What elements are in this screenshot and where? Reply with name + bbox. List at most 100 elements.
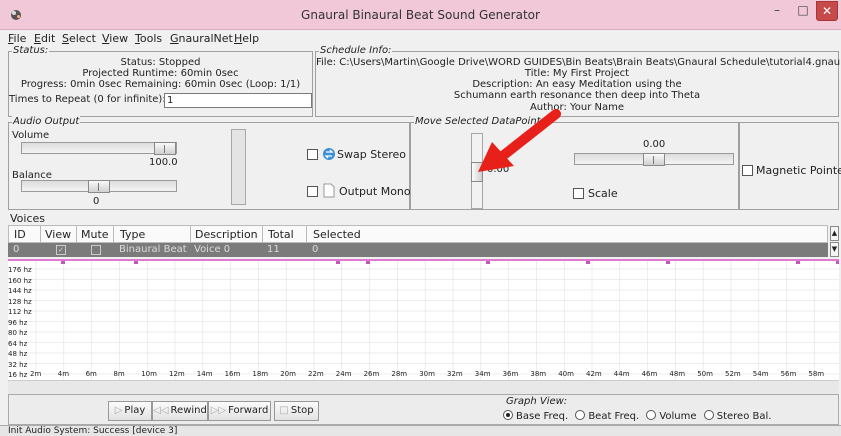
menu-gnauralnet[interactable]: GnauralNet — [170, 32, 233, 45]
radio-base-freq[interactable]: Base Freq. — [503, 410, 568, 422]
repeat-label: Times to Repeat (0 for infinite): — [9, 94, 166, 105]
voices-legend: Voices — [10, 212, 46, 225]
col-id[interactable]: ID — [14, 228, 26, 241]
x-axis-label: 22m — [308, 370, 324, 378]
menu-help[interactable]: Help — [234, 32, 259, 45]
data-point-marker[interactable] — [836, 261, 839, 264]
y-axis-label: 128 hz — [8, 297, 32, 306]
schedule-group: Schedule Info: File: C:\Users\Martin\Goo… — [315, 45, 841, 117]
play-icon: ▷ — [114, 405, 123, 416]
volume-slider-thumb[interactable] — [154, 142, 176, 155]
repeat-input[interactable]: 1 — [164, 93, 312, 108]
swap-stereo-label[interactable]: Swap Stereo — [337, 148, 406, 161]
graph-view-options: Base Freq. Beat Freq. Volume Stereo Bal. — [503, 410, 771, 422]
x-axis-label: 58m — [808, 370, 825, 378]
magnetic-pointer-label[interactable]: Magnetic Pointer — [756, 164, 841, 177]
graph-grid — [8, 261, 839, 380]
scale-checkbox[interactable] — [573, 188, 584, 199]
radio-volume[interactable]: Volume — [646, 410, 697, 422]
col-view[interactable]: View — [45, 228, 71, 241]
progress-text: Progress: 0min 0sec Remaining: 60min 0se… — [20, 79, 301, 90]
schedule-legend: Schedule Info: — [319, 45, 393, 56]
data-point-marker[interactable] — [486, 261, 490, 264]
volume-value: 100.0 — [149, 157, 178, 168]
schedule-description: Description: An easy Meditation using th… — [472, 79, 682, 90]
radio-stereo-bal[interactable]: Stereo Bal. — [703, 410, 771, 422]
x-axis-label: 8m — [113, 370, 125, 378]
data-point-marker[interactable] — [666, 261, 670, 264]
x-axis-label: 38m — [530, 370, 547, 378]
balance-slider[interactable] — [21, 180, 177, 193]
menu-select[interactable]: Select — [62, 32, 96, 45]
x-axis-label: 10m — [141, 370, 157, 378]
stop-icon: □ — [279, 405, 289, 416]
menu-view[interactable]: View — [102, 32, 128, 45]
swap-stereo-checkbox[interactable] — [307, 149, 318, 160]
y-axis-label: 48 hz — [8, 350, 28, 358]
schedule-author: Author: Your Name — [529, 102, 625, 113]
balance-value: 0 — [93, 196, 100, 207]
output-mono-checkbox[interactable] — [307, 186, 318, 197]
col-mute[interactable]: Mute — [81, 228, 109, 241]
voice-id: 0 — [13, 244, 20, 255]
x-axis-label: 20m — [280, 370, 296, 378]
x-axis-label: 52m — [725, 370, 741, 378]
menu-file[interactable]: File — [8, 32, 26, 45]
y-axis-label: 112 hz — [8, 308, 32, 316]
col-selected[interactable]: Selected — [313, 228, 361, 241]
data-point-marker[interactable] — [134, 261, 138, 264]
table-row[interactable]: 0 ✓ Binaural Beat Voice 0 11 0 — [8, 243, 828, 257]
col-type[interactable]: Type — [120, 228, 145, 241]
menu-tools[interactable]: Tools — [135, 32, 162, 45]
minimize-button[interactable]: – — [764, 1, 790, 21]
graph-horizontal-scrollbar[interactable] — [8, 380, 839, 394]
rewind-button[interactable]: ◁◁ Rewind — [152, 401, 208, 421]
x-axis-label: 12m — [169, 370, 185, 378]
schedule-description-cont: Schumann earth resonance then deep into … — [453, 90, 701, 101]
col-total[interactable]: Total — [268, 228, 294, 241]
col-description[interactable]: Description — [195, 228, 258, 241]
title-bar: Gnaural Binaural Beat Sound Generator – … — [0, 0, 841, 30]
move-datapoints-group: Move Selected DataPoints 0.00 0.00 Scale — [410, 116, 739, 210]
magnetic-pointer-checkbox[interactable] — [742, 165, 753, 176]
volume-slider[interactable] — [21, 142, 177, 155]
voices-scroll-down[interactable]: ▼ — [830, 242, 839, 257]
x-axis-label: 18m — [252, 370, 269, 378]
horizontal-move-slider[interactable] — [574, 153, 734, 166]
play-button[interactable]: ▷ Play — [108, 401, 152, 421]
voice-type: Binaural Beat — [119, 244, 187, 255]
data-point-marker[interactable] — [366, 261, 370, 264]
radio-beat-freq[interactable]: Beat Freq. — [575, 410, 639, 422]
x-axis-label: 32m — [447, 370, 463, 378]
voice-total: 11 — [267, 244, 280, 255]
close-button[interactable]: ✕ — [816, 1, 838, 21]
balance-slider-thumb[interactable] — [88, 180, 110, 193]
x-axis-label: 40m — [558, 370, 574, 378]
menu-edit[interactable]: Edit — [34, 32, 55, 45]
x-axis-label: 54m — [752, 370, 769, 378]
data-point-marker[interactable] — [336, 261, 340, 264]
y-axis-label: 96 hz — [8, 318, 28, 327]
horizontal-move-thumb[interactable] — [643, 153, 665, 166]
x-axis-label: 4m — [57, 370, 70, 378]
forward-button[interactable]: ▷▷ Forward — [208, 401, 271, 421]
data-point-marker[interactable] — [61, 261, 65, 264]
x-axis-label: 48m — [669, 370, 686, 378]
mute-checkbox[interactable] — [91, 245, 101, 255]
data-point-marker[interactable] — [586, 261, 590, 264]
status-text: Status: Stopped — [120, 57, 201, 68]
horizontal-move-value: 0.00 — [643, 139, 666, 150]
frequency-graph[interactable]: 176 hz 160 hz 144 hz 128 hz 112 hz 96 hz 80 hz… — [8, 259, 839, 380]
view-checkbox[interactable]: ✓ — [56, 245, 66, 255]
data-point-marker[interactable] — [796, 261, 800, 264]
x-axis-label: 16m — [224, 370, 241, 378]
stop-button[interactable]: □ Stop — [274, 401, 319, 421]
maximize-button[interactable]: □ — [790, 1, 816, 21]
x-axis-label: 26m — [363, 370, 380, 378]
status-bar: Init Audio System: Success [device 3] — [0, 425, 841, 436]
red-arrow-annotation — [478, 109, 561, 172]
scale-label[interactable]: Scale — [588, 187, 618, 200]
output-mono-label[interactable]: Output Mono — [339, 185, 411, 198]
window-title: Gnaural Binaural Beat Sound Generator — [301, 8, 540, 22]
voices-scroll-up[interactable]: ▲ — [830, 226, 839, 241]
